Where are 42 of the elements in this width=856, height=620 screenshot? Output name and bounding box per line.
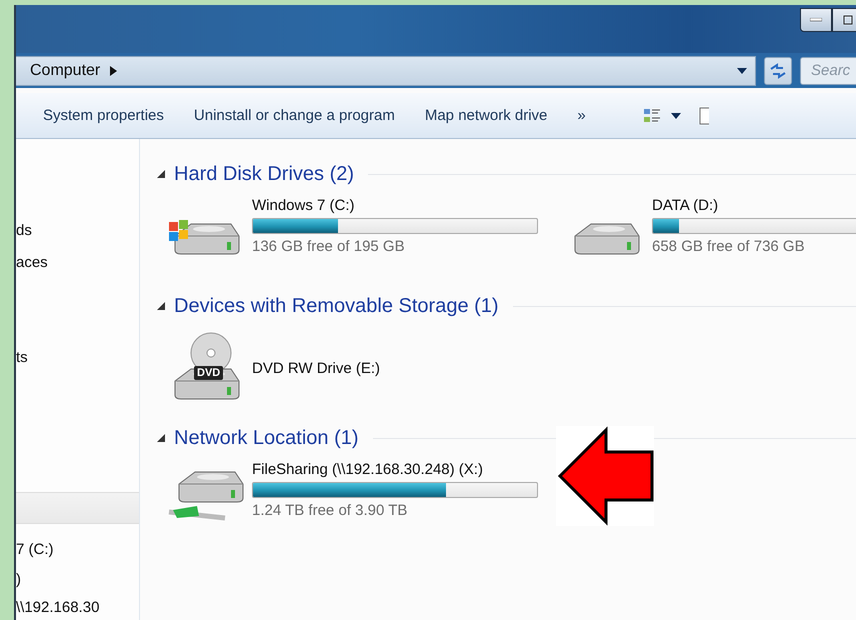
nav-item[interactable]: aces [16,251,139,275]
group-header[interactable]: Network Location (1) [174,426,359,450]
toolbar-button[interactable]: System properties [28,103,179,128]
dvd-label: DVD [194,366,224,380]
free-space-text: 658 GB free of 736 GB [652,238,806,255]
free-space-text: 136 GB free of 195 GB [252,238,406,255]
drive-name[interactable]: FileSharing (\\192.168.30.248) (X:) [252,461,548,478]
expand-triangle-icon[interactable] [156,301,166,311]
breadcrumb[interactable]: Computer [30,62,100,80]
network-drive-icon [168,471,244,521]
toolbar-button[interactable]: Uninstall or change a program [178,103,410,128]
nav-item[interactable]: \\192.168.30 [16,596,139,620]
more-commands-button[interactable]: » [562,103,601,128]
drive-name[interactable]: DATA (D:) [652,197,856,214]
free-space-text: 1.24 TB free of 3.90 TB [252,502,408,519]
refresh-icon [769,62,787,78]
expand-triangle-icon[interactable] [156,433,166,443]
address-bar[interactable]: Computer [16,56,756,86]
refresh-button[interactable] [764,56,792,84]
group-header[interactable]: Devices with Removable Storage (1) [174,294,499,318]
group-header[interactable]: Hard Disk Drives (2) [174,162,354,186]
toolbar-button[interactable]: Map network drive [410,103,562,128]
chevron-right-icon[interactable] [110,66,118,76]
nav-item[interactable]: ts [16,346,139,370]
minimize-button[interactable] [800,8,832,32]
nav-item[interactable]: 7 (C:) [16,538,139,562]
search-field[interactable]: Searc [800,56,856,84]
nav-item[interactable]: ) [16,568,139,592]
maximize-button[interactable] [832,8,856,32]
dvd-drive-icon [174,332,240,400]
drive-name[interactable]: DVD RW Drive (E:) [252,360,548,376]
hard-drive-icon [574,223,640,255]
dropdown-arrow-icon[interactable] [737,68,747,74]
windows-drive-icon [168,219,240,255]
minimize-icon [810,18,822,22]
expand-triangle-icon[interactable] [156,169,166,179]
maximize-icon [843,15,853,25]
pane-icon[interactable] [698,106,709,125]
drive-name[interactable]: Windows 7 (C:) [252,197,548,214]
dropdown-arrow-icon[interactable] [670,112,681,119]
left-arrow-icon [556,426,654,526]
nav-item[interactable]: ds [16,219,139,243]
